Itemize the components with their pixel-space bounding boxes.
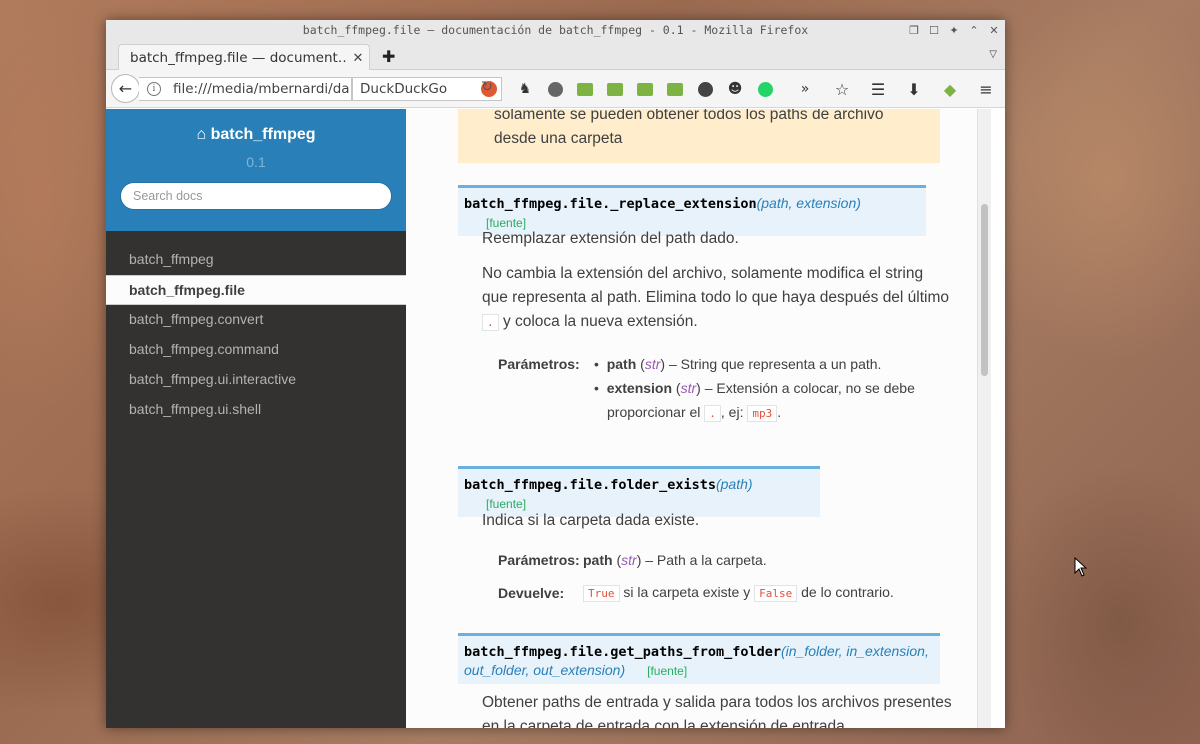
chevron-down-icon[interactable]: ▽ <box>989 49 997 60</box>
extension-icon[interactable]: ◆ <box>939 80 961 99</box>
inline-code: . <box>482 314 499 331</box>
folder-icon[interactable] <box>606 80 624 98</box>
returns-label: Devuelve: <box>498 585 565 601</box>
scrollbar[interactable] <box>977 109 991 728</box>
function-name: batch_ffmpeg.file.get_paths_from_folder <box>464 644 781 660</box>
function-summary: Obtener paths de entrada y salida para t… <box>482 694 952 728</box>
menu-icon[interactable]: ≡ <box>975 80 997 99</box>
window-title: batch_ffmpeg.file — documentación de bat… <box>302 23 809 37</box>
close-window-icon[interactable]: ✕ <box>987 23 1001 37</box>
home-icon: ⌂ <box>196 126 207 143</box>
search-docs-input[interactable]: Search docs <box>120 182 392 210</box>
docs-sidebar: ⌂ batch_ffmpeg 0.1 Search docs batch_ffm… <box>106 109 406 728</box>
source-link[interactable]: [fuente] <box>647 664 687 678</box>
restore-icon[interactable]: ❐ <box>907 23 921 37</box>
reload-icon[interactable]: ↻ <box>476 79 498 99</box>
minimize-icon[interactable]: ⌃ <box>967 23 981 37</box>
back-button[interactable]: ← <box>111 74 140 103</box>
close-tab-icon[interactable]: ✕ <box>347 51 369 66</box>
mouse-cursor-icon <box>1074 557 1088 577</box>
reddit-icon[interactable]: ☻ <box>726 80 744 98</box>
returns-desc: True si la carpeta existe y False de lo … <box>583 580 894 606</box>
tab-strip: batch_ffmpeg.file — document… ✕ ✚ ▽ <box>106 42 1005 71</box>
function-summary: Reemplazar extensión del path dado. <box>482 230 739 247</box>
nav-bar: ← i file:///media/mbernardi/da DuckDuckG… <box>106 70 1005 108</box>
maximize-icon[interactable]: ☐ <box>927 23 941 37</box>
function-name: batch_ffmpeg.file.folder_exists <box>464 477 716 493</box>
param-item: • path (str) – String que representa a u… <box>594 356 882 372</box>
search-placeholder: DuckDuckGo <box>360 81 448 97</box>
download-icon[interactable]: ⬇ <box>903 80 925 99</box>
param-item: • extension (str) – Extensión a colocar,… <box>594 380 915 396</box>
globe-icon[interactable] <box>546 80 564 98</box>
bookmark-person-icon[interactable]: ♞ <box>516 80 534 98</box>
function-summary: Indica si la carpeta dada existe. <box>482 512 700 529</box>
sidebar-header: ⌂ batch_ffmpeg 0.1 Search docs <box>106 109 406 231</box>
pin-icon[interactable]: ✦ <box>947 23 961 37</box>
url-text: file:///media/mbernardi/da <box>173 81 350 97</box>
sidebar-item-ui-shell[interactable]: batch_ffmpeg.ui.shell <box>106 395 406 425</box>
tab-active[interactable]: batch_ffmpeg.file — document… ✕ <box>118 44 370 71</box>
star-icon[interactable]: ☆ <box>831 80 853 99</box>
url-bar[interactable]: i file:///media/mbernardi/da <box>139 77 352 101</box>
firefox-window: batch_ffmpeg.file — documentación de bat… <box>106 20 1005 728</box>
function-description: No cambia la extensión del archivo, sola… <box>482 265 950 331</box>
folder-icon[interactable] <box>576 80 594 98</box>
params-label: Parámetros: <box>498 356 580 372</box>
reader-list-icon[interactable]: ☰ <box>867 80 889 99</box>
project-link[interactable]: ⌂ batch_ffmpeg <box>106 126 406 144</box>
function-params: (path, extension) <box>756 195 861 211</box>
sidebar-item-command[interactable]: batch_ffmpeg.command <box>106 335 406 365</box>
function-params: (in_folder, in_extension, <box>780 643 929 659</box>
sidebar-nav: batch_ffmpeg batch_ffmpeg.file batch_ffm… <box>106 245 406 425</box>
overflow-icon[interactable]: » <box>796 80 814 98</box>
sidebar-item-convert[interactable]: batch_ffmpeg.convert <box>106 305 406 335</box>
function-signature: batch_ffmpeg.file.get_paths_from_folder(… <box>458 633 940 684</box>
github-icon[interactable] <box>696 80 714 98</box>
sidebar-item-file[interactable]: batch_ffmpeg.file <box>106 275 406 305</box>
note-box: solamente se pueden obtener todos los pa… <box>458 109 940 163</box>
project-name: batch_ffmpeg <box>210 126 316 143</box>
param-item-cont: proporcionar el ., ej: mp3. <box>607 404 782 422</box>
folder-icon[interactable] <box>636 80 654 98</box>
params-label: Parámetros: <box>498 552 580 568</box>
sidebar-item-ui-interactive[interactable]: batch_ffmpeg.ui.interactive <box>106 365 406 395</box>
folder-icon[interactable] <box>666 80 684 98</box>
page-content: ⌂ batch_ffmpeg 0.1 Search docs batch_ffm… <box>106 109 1005 728</box>
new-tab-icon[interactable]: ✚ <box>382 47 395 66</box>
sidebar-item-batch-ffmpeg[interactable]: batch_ffmpeg <box>106 245 406 275</box>
scrollbar-thumb[interactable] <box>981 204 988 376</box>
tab-title: batch_ffmpeg.file — document… <box>130 50 347 66</box>
function-params: (path) <box>715 476 753 492</box>
whatsapp-icon[interactable] <box>756 80 774 98</box>
param-list: • path (str) – String que representa a u… <box>594 352 934 426</box>
info-icon[interactable]: i <box>147 82 161 96</box>
doc-body: solamente se pueden obtener todos los pa… <box>406 109 991 728</box>
param-item: path (str) – Path a la carpeta. <box>583 552 767 568</box>
version-label: 0.1 <box>246 154 266 170</box>
title-bar: batch_ffmpeg.file — documentación de bat… <box>106 20 1005 42</box>
function-name: batch_ffmpeg.file._replace_extension <box>464 196 757 212</box>
back-arrow-icon: ← <box>118 79 133 98</box>
